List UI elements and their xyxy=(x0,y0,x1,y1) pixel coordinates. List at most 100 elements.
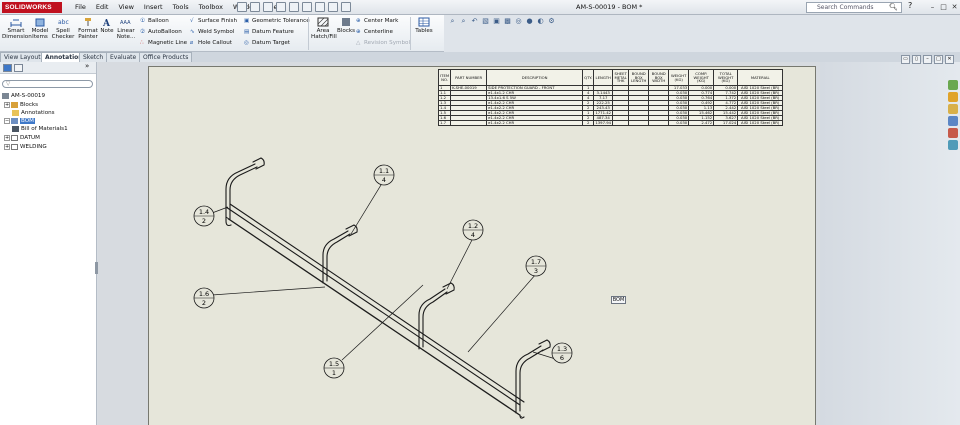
menu-view[interactable]: View xyxy=(113,0,138,15)
tree-item-blocks[interactable]: + Blocks xyxy=(4,101,38,109)
feature-tree-tab-icon[interactable] xyxy=(3,64,12,72)
surface-finish-button[interactable]: √ Surface Finish xyxy=(190,17,237,25)
feature-tree-filter-input[interactable]: ▽ xyxy=(2,80,93,88)
appearances-icon[interactable] xyxy=(948,128,958,138)
rebuild-icon[interactable] xyxy=(315,2,325,12)
new-icon[interactable] xyxy=(237,2,247,12)
model-items-button[interactable]: Model Items xyxy=(31,17,49,40)
geometric-tolerance-button[interactable]: ▣ Geometric Tolerance xyxy=(244,17,310,25)
restore-doc-icon[interactable]: □ xyxy=(934,55,943,64)
menu-tools[interactable]: Tools xyxy=(168,0,194,15)
balloon-1-6[interactable]: 1.62 xyxy=(193,287,215,309)
blocks-button[interactable]: Blocks xyxy=(337,17,355,34)
smart-dimension-button[interactable]: Smart Dimension xyxy=(2,17,32,40)
command-manager-ribbon: Smart Dimension Model Items abc Spell Ch… xyxy=(0,15,444,52)
datum-feature-button[interactable]: ▤ Datum Feature xyxy=(244,28,294,36)
section-view-icon[interactable]: ▧ xyxy=(481,17,490,26)
note-button[interactable]: A Note xyxy=(100,17,114,34)
tab-view-layout[interactable]: View Layout xyxy=(0,52,45,62)
hide-show-icon[interactable]: ◎ xyxy=(514,17,523,26)
magnetic-line-button[interactable]: ∴ Magnetic Line xyxy=(140,39,187,47)
area-hatch-button[interactable]: Area Hatch/Fill xyxy=(311,17,337,40)
format-painter-button[interactable]: Format Painter xyxy=(77,17,99,40)
bom-cell: AISI 1020 Steel (BR) xyxy=(737,115,784,121)
menu-edit[interactable]: Edit xyxy=(91,0,114,15)
zoom-to-fit-icon[interactable]: ⌕ xyxy=(448,17,457,26)
close-icon[interactable]: ✕ xyxy=(950,2,959,12)
centerline-button[interactable]: ⊕ Centerline xyxy=(356,28,393,36)
linear-note-button[interactable]: AAA Linear Note... xyxy=(116,17,136,40)
design-library-icon[interactable] xyxy=(948,92,958,102)
spell-checker-button[interactable]: abc Spell Checker xyxy=(51,17,75,40)
balloon-icon: ① xyxy=(140,18,146,24)
edit-appearance-icon[interactable]: ● xyxy=(525,17,534,26)
isometric-frame-view[interactable]: 1.14 1.24 1.36 1.42 1.51 1.62 1.73 xyxy=(148,69,608,425)
file-properties-icon[interactable] xyxy=(328,2,338,12)
collapse-icon[interactable]: − xyxy=(4,117,10,124)
tree-item-annotations[interactable]: Annotations xyxy=(12,109,55,117)
tab-office-products[interactable]: Office Products xyxy=(139,52,193,62)
file-explorer-icon[interactable] xyxy=(948,104,958,114)
help-icon[interactable]: ? xyxy=(908,1,912,10)
tree-item-bom[interactable]: − BOM xyxy=(4,117,35,125)
display-style-icon[interactable]: ▩ xyxy=(503,17,512,26)
bom-cell: AISI 1020 Steel (BR) xyxy=(737,100,784,106)
balloon-label: Balloon xyxy=(148,18,169,24)
balloon-1-5[interactable]: 1.51 xyxy=(323,357,345,379)
tree-item-welding[interactable]: + WELDING xyxy=(4,143,47,151)
custom-properties-icon[interactable] xyxy=(948,140,958,150)
autoballoon-button[interactable]: ② AutoBalloon xyxy=(140,28,182,36)
apply-scene-icon[interactable]: ◐ xyxy=(536,17,545,26)
menu-toolbox[interactable]: Toolbox xyxy=(194,0,228,15)
balloon-1-7[interactable]: 1.73 xyxy=(525,255,547,277)
open-icon[interactable] xyxy=(250,2,260,12)
tile-horizontal-icon[interactable]: ▭ xyxy=(901,55,910,64)
search-commands-input[interactable]: Search Commands xyxy=(806,2,902,13)
tables-button[interactable]: Tables xyxy=(413,17,435,34)
bom-anchor-tag[interactable]: BOM xyxy=(611,296,626,304)
weld-symbol-button[interactable]: ∿ Weld Symbol xyxy=(190,28,234,36)
tile-vertical-icon[interactable]: ▯ xyxy=(912,55,921,64)
view-orientation-icon[interactable]: ▣ xyxy=(492,17,501,26)
print-icon[interactable] xyxy=(276,2,286,12)
balloon-1-1[interactable]: 1.14 xyxy=(373,164,395,186)
close-doc-icon[interactable]: ✕ xyxy=(945,55,954,64)
expand-icon[interactable]: + xyxy=(4,101,10,108)
undo-icon[interactable] xyxy=(289,2,299,12)
solidworks-resources-icon[interactable] xyxy=(948,80,958,90)
expand-icon[interactable]: + xyxy=(4,134,10,141)
property-manager-tab-icon[interactable] xyxy=(14,64,23,72)
menu-insert[interactable]: Insert xyxy=(139,0,168,15)
expand-icon[interactable]: + xyxy=(4,143,10,150)
minimize-doc-icon[interactable]: – xyxy=(923,55,932,64)
tab-evaluate[interactable]: Evaluate xyxy=(106,52,141,62)
datum-target-button[interactable]: ◎ Datum Target xyxy=(244,39,290,47)
balloon-quantity: 2 xyxy=(202,299,206,307)
save-icon[interactable] xyxy=(263,2,273,12)
balloon-button[interactable]: ① Balloon xyxy=(140,17,169,25)
previous-view-icon[interactable]: ↶ xyxy=(470,17,479,26)
select-icon[interactable] xyxy=(302,2,312,12)
view-palette-icon[interactable] xyxy=(948,116,958,126)
balloon-1-4[interactable]: 1.42 xyxy=(193,205,215,227)
options-icon[interactable] xyxy=(341,2,351,12)
hole-callout-label: Hole Callout xyxy=(198,40,233,46)
search-icon[interactable]: 🔍︎ xyxy=(889,3,898,11)
revision-symbol-button[interactable]: △ Revision Symbol xyxy=(356,39,410,47)
center-mark-button[interactable]: ⊕ Center Mark xyxy=(356,17,398,25)
view-settings-icon[interactable]: ⚙ xyxy=(547,17,556,26)
tree-item-bill-of-materials[interactable]: Bill of Materials1 xyxy=(12,125,68,133)
restore-icon[interactable]: □ xyxy=(939,2,948,12)
tab-sketch[interactable]: Sketch xyxy=(79,52,108,62)
tree-root[interactable]: AM-S-00019 xyxy=(2,92,45,100)
tree-item-datum[interactable]: + DATUM xyxy=(4,134,40,142)
expand-panel-icon[interactable]: » xyxy=(85,62,89,70)
zoom-to-area-icon[interactable]: ⌕ xyxy=(459,17,468,26)
tree-item-label: Blocks xyxy=(20,102,39,108)
minimize-icon[interactable]: – xyxy=(928,2,937,12)
hole-callout-button[interactable]: ⌀ Hole Callout xyxy=(190,39,232,47)
note-label: Note xyxy=(100,28,114,34)
balloon-1-3[interactable]: 1.36 xyxy=(551,342,573,364)
balloon-1-2[interactable]: 1.24 xyxy=(462,219,484,241)
menu-file[interactable]: File xyxy=(70,0,91,15)
